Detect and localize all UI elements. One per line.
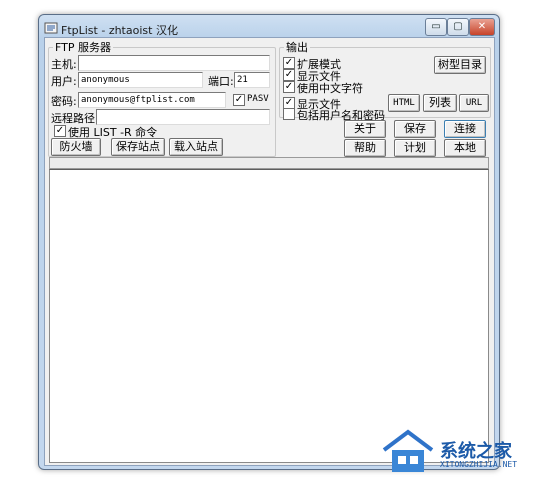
- use-list-r-checkbox[interactable]: ✓: [54, 125, 66, 137]
- html-button[interactable]: HTML: [388, 94, 420, 112]
- firewall-button[interactable]: 防火墙: [51, 138, 101, 156]
- client-area: FTP 服务器 主机: 用户: anonymous 端口: 21 密码: ano…: [44, 37, 495, 466]
- progress-bar: [49, 157, 489, 169]
- tree-dir-button[interactable]: 树型目录: [434, 56, 486, 74]
- extended-mode-checkbox[interactable]: ✓: [283, 57, 295, 69]
- load-site-button[interactable]: 载入站点: [169, 138, 223, 156]
- minimize-button[interactable]: ▭: [425, 18, 447, 36]
- window-title: FtpList - zhtaoist 汉化: [61, 24, 178, 37]
- app-icon: [44, 21, 58, 35]
- save-button[interactable]: 保存: [394, 120, 436, 138]
- house-logo-icon: [378, 428, 438, 479]
- password-input[interactable]: anonymous@ftplist.com: [78, 92, 226, 108]
- user-label: 用户:: [51, 75, 77, 88]
- user-input[interactable]: anonymous: [78, 72, 203, 88]
- close-button[interactable]: ✕: [469, 18, 495, 36]
- remote-path-input[interactable]: [96, 109, 270, 125]
- use-chinese-checkbox[interactable]: ✓: [283, 81, 295, 93]
- list-button[interactable]: 列表: [423, 94, 457, 112]
- host-input[interactable]: [78, 55, 270, 71]
- about-button[interactable]: 关于: [344, 120, 386, 138]
- port-label: 端口:: [208, 75, 234, 88]
- port-input[interactable]: 21: [234, 72, 270, 88]
- host-label: 主机:: [51, 58, 77, 71]
- output-group-label: 输出: [286, 41, 308, 54]
- pasv-label: PASV: [247, 94, 269, 104]
- app-window: FtpList - zhtaoist 汉化 ▭ ▢ ✕ FTP 服务器 主机: …: [38, 14, 500, 470]
- ftp-server-group-label: FTP 服务器: [55, 41, 111, 54]
- url-button[interactable]: URL: [459, 94, 489, 112]
- show-files-checkbox[interactable]: ✓: [283, 69, 295, 81]
- schedule-button[interactable]: 计划: [394, 139, 436, 157]
- use-chinese-label: 使用中文字符: [297, 82, 363, 95]
- password-label: 密码:: [51, 95, 77, 108]
- connect-button[interactable]: 连接: [444, 120, 486, 138]
- maximize-button[interactable]: ▢: [447, 18, 469, 36]
- include-credentials-checkbox[interactable]: [283, 108, 295, 120]
- help-button[interactable]: 帮助: [344, 139, 386, 157]
- pasv-checkbox[interactable]: ✓: [233, 94, 245, 106]
- save-site-button[interactable]: 保存站点: [111, 138, 165, 156]
- output-text-area[interactable]: [49, 169, 489, 463]
- local-button[interactable]: 本地: [444, 139, 486, 157]
- watermark-subtitle: XITONGZHIJIA.NET: [440, 460, 518, 469]
